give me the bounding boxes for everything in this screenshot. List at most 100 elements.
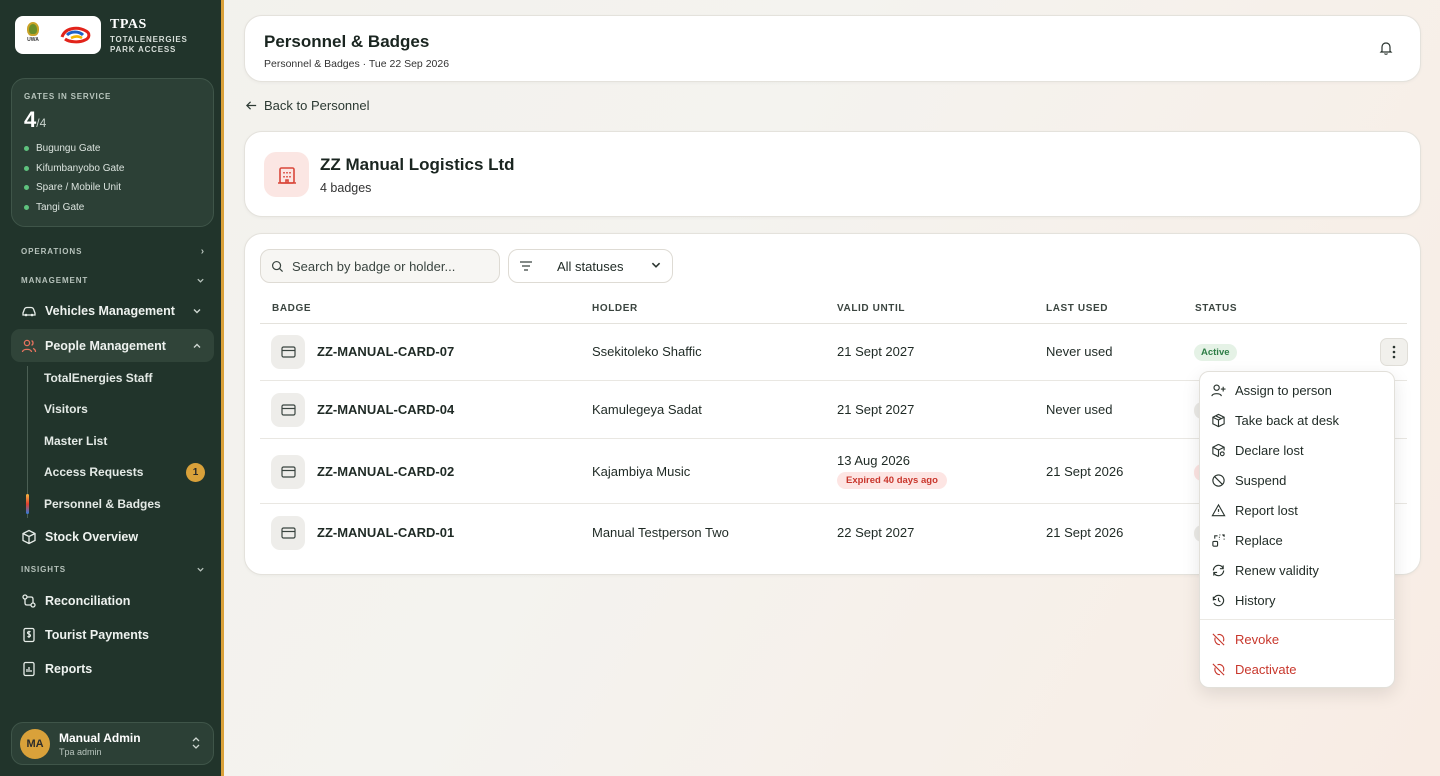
card-icon [271,455,305,489]
badge-id[interactable]: ZZ-MANUAL-CARD-01 [317,525,454,540]
page-header: Personnel & Badges Personnel & Badges · … [244,15,1421,82]
status-dot-icon [24,185,29,191]
status-dot-icon [24,204,29,210]
menu-item-deactivate[interactable]: Deactivate [1200,655,1396,683]
chevron-down-icon [193,308,201,313]
organization-name: ZZ Manual Logistics Ltd [320,155,515,174]
arrow-left-icon [246,101,257,110]
nav-section-insights[interactable]: INSIGHTS [21,565,205,574]
last-used: 21 Sept 2026 [1046,525,1124,540]
access-requests-count-badge: 1 [186,463,205,482]
chevron-up-icon [193,343,201,348]
last-used: Never used [1046,402,1113,417]
brand-logos[interactable]: UWA [15,16,101,54]
sidebar: UWA TPAS TOTALENERGIES PARK ACCESS GATES… [0,0,224,776]
refresh-icon [1211,563,1226,578]
menu-item-suspend[interactable]: Suspend [1200,466,1396,494]
history-icon [1211,593,1226,608]
sidebar-subitem-staff[interactable]: TotalEnergies Staff [44,368,152,388]
last-used: 21 Sept 2026 [1046,464,1124,479]
package-icon [1211,413,1226,428]
bell-icon[interactable] [1378,40,1394,56]
warning-triangle-icon [1211,503,1226,518]
holder-name: Kajambiya Music [592,464,691,479]
column-header-valid-until[interactable]: VALID UNTIL [837,303,905,314]
search-field[interactable] [260,249,500,283]
badge-id[interactable]: ZZ-MANUAL-CARD-04 [317,402,454,417]
chevron-down-icon [197,567,204,572]
nav-section-operations[interactable]: OPERATIONS › [21,246,205,257]
sidebar-subitem-access-requests[interactable]: Access Requests [44,462,143,482]
column-header-badge[interactable]: BADGE [272,303,311,314]
gates-in-service-card: GATES IN SERVICE 4/4 Bugungu Gate Kifumb… [11,78,214,227]
sidebar-item-stock[interactable]: Stock Overview [11,520,214,553]
menu-item-assign[interactable]: Assign to person [1200,376,1396,404]
sidebar-subitem-personnel-badges[interactable]: Personnel & Badges [44,494,161,514]
expired-badge: Expired 40 days ago [837,472,947,489]
badge-count: 4 badges [320,181,372,195]
row-actions-menu: Assign to person Take back at desk Decla… [1199,371,1396,688]
users-icon [21,338,37,354]
brand-text: TPAS TOTALENERGIES PARK ACCESS [110,17,188,55]
chevron-updown-icon [192,737,200,749]
row-actions-button[interactable] [1380,338,1408,366]
menu-item-revoke[interactable]: Revoke [1200,625,1396,653]
back-to-personnel-link[interactable]: Back to Personnel [245,98,370,113]
sidebar-item-tourist-payments[interactable]: Tourist Payments [11,618,214,651]
gates-count: 4/4 [24,107,47,132]
user-menu[interactable]: MA Manual Admin Tpa admin [11,722,214,765]
breadcrumb: Personnel & Badges · Tue 22 Sep 2026 [264,58,450,70]
uwa-logo-icon: UWA [23,22,43,48]
column-header-holder[interactable]: HOLDER [592,303,638,314]
totalenergies-logo-icon [59,23,93,47]
user-name: Manual Admin [59,731,141,745]
badge-id[interactable]: ZZ-MANUAL-CARD-02 [317,464,454,479]
status-dot-icon [24,165,29,171]
valid-until: 21 Sept 2027 [837,344,915,359]
sidebar-item-people[interactable]: People Management [11,329,214,362]
sidebar-item-reports[interactable]: Reports [11,652,214,685]
card-icon [271,393,305,427]
search-icon [271,260,284,272]
nav-section-management[interactable]: MANAGEMENT [21,276,205,285]
gate-item: Kifumbanyobo Gate [24,159,201,179]
reconcile-icon [21,593,37,609]
filter-icon [520,261,532,271]
replace-icon [1211,533,1226,548]
card-icon [271,516,305,550]
status-dot-icon [24,146,29,152]
menu-item-history[interactable]: History [1200,586,1396,614]
chevron-down-icon [197,278,204,283]
deactivate-icon [1211,662,1226,677]
gate-item: Tangi Gate [24,198,201,218]
avatar: MA [20,729,50,759]
menu-item-report-lost[interactable]: Report lost [1200,496,1396,524]
last-used: Never used [1046,344,1113,359]
chevron-right-icon: › [200,246,205,257]
column-header-status[interactable]: STATUS [1195,303,1237,314]
sidebar-item-vehicles[interactable]: Vehicles Management [11,294,214,327]
gate-item: Bugungu Gate [24,139,201,159]
menu-item-declare-lost[interactable]: Declare lost [1200,436,1396,464]
valid-until: 22 Sept 2027 [837,525,915,540]
sidebar-item-reconciliation[interactable]: Reconciliation [11,584,214,617]
card-icon [271,335,305,369]
valid-until: 13 Aug 2026 [837,453,911,468]
menu-item-take-back[interactable]: Take back at desk [1200,406,1396,434]
brand-subtitle-1: TOTALENERGIES [110,35,188,44]
more-vertical-icon [1392,345,1396,359]
menu-item-renew[interactable]: Renew validity [1200,556,1396,584]
car-icon [21,303,37,319]
badge-id[interactable]: ZZ-MANUAL-CARD-07 [317,344,454,359]
valid-until-cell: 13 Aug 2026 Expired 40 days ago [837,453,947,489]
page-title: Personnel & Badges [264,32,430,51]
sidebar-subitem-visitors[interactable]: Visitors [44,399,88,419]
menu-item-replace[interactable]: Replace [1200,526,1396,554]
holder-name: Ssekitoleko Shaffic [592,344,702,359]
sidebar-subitem-master-list[interactable]: Master List [44,431,107,451]
revoke-icon [1211,632,1226,647]
search-input[interactable] [292,258,482,274]
building-icon [264,152,309,197]
status-filter-select[interactable]: All statuses [508,249,673,283]
column-header-last-used[interactable]: LAST USED [1046,303,1108,314]
